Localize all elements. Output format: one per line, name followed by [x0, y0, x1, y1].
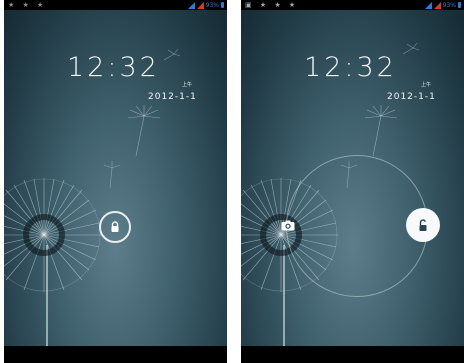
status-bar: ▣ ★ ★ ★ 93% [241, 0, 464, 10]
clock-ampm: 上午 [421, 82, 432, 88]
unlock-button[interactable] [406, 208, 440, 242]
navigation-bar [241, 346, 464, 363]
status-indicators: 93% [424, 0, 461, 10]
notification-icons: ★ ★ ★ [8, 1, 47, 9]
status-indicators: 93% [187, 0, 224, 10]
unlock-icon [419, 218, 427, 231]
lockscreen-clock: 12:32 [67, 52, 160, 83]
signal-icon [424, 1, 432, 9]
lockscreen-phone-left: ★ ★ ★ 93% 12:32 上午 2012-1-1 [4, 0, 227, 363]
lock-icon [111, 221, 119, 232]
battery-icon [458, 2, 461, 8]
battery-percent: 93% [205, 1, 219, 9]
lockscreen-date: 2012-1-1 [148, 92, 197, 102]
status-bar: ★ ★ ★ 93% [4, 0, 227, 10]
lockscreen-wallpaper: 12:32 上午 2012-1-1 [241, 10, 464, 346]
lockscreen-phone-right: ▣ ★ ★ ★ 93% 12:32 上午 2012-1-1 [241, 0, 464, 363]
clock-ampm: 上午 [182, 82, 193, 88]
navigation-bar [4, 346, 227, 363]
signal-strength-icon [196, 1, 204, 9]
lock-button[interactable] [99, 211, 131, 243]
signal-icon [187, 1, 195, 9]
lockscreen-date: 2012-1-1 [387, 92, 436, 102]
battery-icon [221, 2, 224, 8]
lockscreen-clock: 12:32 [304, 52, 397, 83]
camera-icon [281, 220, 295, 230]
camera-shortcut[interactable] [279, 218, 297, 232]
lockscreen-wallpaper: 12:32 上午 2012-1-1 [4, 10, 227, 346]
battery-percent: 93% [442, 1, 456, 9]
notification-icons: ▣ ★ ★ ★ [245, 1, 299, 9]
signal-strength-icon [433, 1, 441, 9]
